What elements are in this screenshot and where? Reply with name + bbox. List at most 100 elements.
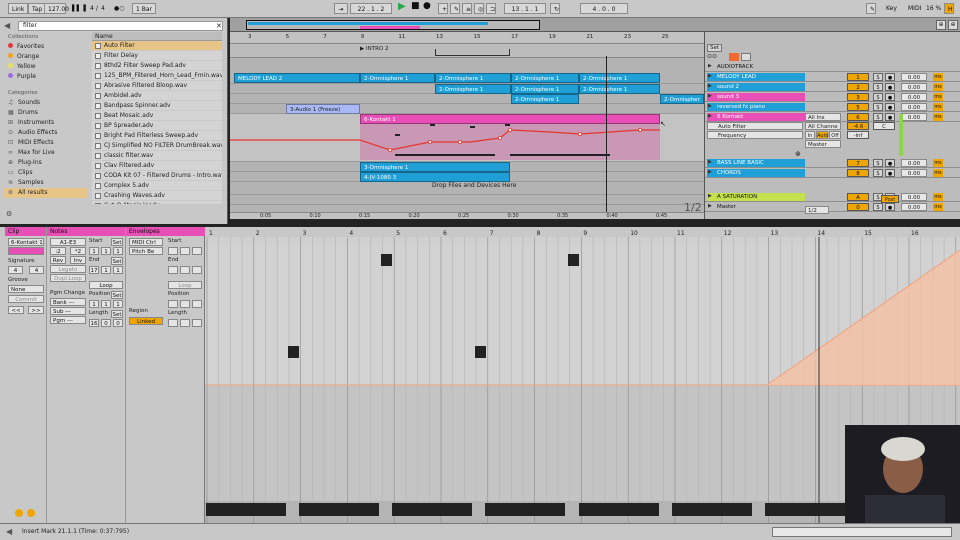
arm-button[interactable]: ● xyxy=(885,103,895,111)
solo-button[interactable]: S xyxy=(873,113,883,121)
drop-zone-text[interactable]: Drop Files and Devices Here xyxy=(432,182,516,189)
track-name[interactable]: A SATURATION xyxy=(707,193,805,201)
track-name[interactable]: 6 Kontakt xyxy=(707,113,805,121)
track-volume[interactable]: 0.00 xyxy=(901,93,927,101)
track-name[interactable]: sound 3 xyxy=(707,93,805,101)
clip-nudge-forward-icon[interactable]: >> xyxy=(28,306,44,314)
capture-icon[interactable]: ≡ xyxy=(462,3,472,14)
key-map-button[interactable]: Key xyxy=(886,3,897,14)
track-activator-button[interactable]: A xyxy=(847,193,869,201)
clip-omnisphere[interactable]: 2-Omnispher xyxy=(660,94,704,104)
track-fold-icon[interactable]: ▶ xyxy=(708,83,712,89)
draw-mode-icon[interactable]: ✎ xyxy=(866,3,876,14)
legato-button[interactable]: Legato xyxy=(50,265,86,273)
envelopes-panel-header[interactable]: Envelopes xyxy=(126,227,205,236)
envelope-loop-button[interactable]: Loop xyxy=(168,281,202,289)
end-beat-field[interactable]: 1 xyxy=(101,266,111,274)
browser-settings-icon[interactable]: ⚙ xyxy=(6,210,16,220)
end-bar-field[interactable]: 17 xyxy=(89,266,99,274)
end-sixteenth-field[interactable]: 1 xyxy=(113,266,123,274)
position-sixteenth-field[interactable]: 1 xyxy=(113,300,123,308)
track-header[interactable]: reversed fx piano ▶ 5 S ● 0.00 ms xyxy=(705,102,960,112)
length-set-button[interactable]: Set xyxy=(111,310,123,318)
overview-icon-2[interactable]: ⊕ xyxy=(948,20,958,30)
clip-omnisphere[interactable]: 2-Omnisphere 1 xyxy=(360,73,435,83)
set-button[interactable]: Set xyxy=(707,44,723,52)
arm-button[interactable]: ● xyxy=(885,113,895,121)
category-item[interactable]: ⊕ Plug-Ins xyxy=(4,158,88,168)
quantize-menu[interactable]: 1 Bar xyxy=(132,3,156,14)
save-icon[interactable] xyxy=(741,53,751,61)
bank-field[interactable]: Bank --- xyxy=(50,298,86,306)
track-fold-icon[interactable]: ▶ xyxy=(708,93,712,99)
master-ratio-chooser[interactable]: 1/2 xyxy=(805,206,829,214)
track-activator-button[interactable]: 0 xyxy=(847,203,869,211)
track-header[interactable]: AUDIOTRACK ▶ xyxy=(705,62,960,72)
collection-item[interactable]: Purple xyxy=(4,72,88,82)
lane-master[interactable] xyxy=(230,204,704,212)
start-bar-field[interactable]: 1 xyxy=(89,247,99,255)
auto-filter-chooser[interactable]: Auto Filter xyxy=(707,122,803,130)
linked-button[interactable]: Linked xyxy=(129,317,163,325)
category-item[interactable]: ▦ Drums xyxy=(4,108,88,118)
name-column-header[interactable]: Name xyxy=(92,32,222,41)
env-end-sixteenth[interactable] xyxy=(192,266,202,274)
link-button[interactable]: Link xyxy=(8,3,29,14)
lane-reversed-fx-piano[interactable]: 3-Audio 1 (Freeze) xyxy=(230,104,704,114)
loop-start-field[interactable]: 13 . 1 . 1 xyxy=(504,3,546,14)
env-length-beat[interactable] xyxy=(180,319,190,327)
track-fold-icon[interactable]: ▶ xyxy=(708,103,712,109)
lane-sound-3[interactable]: 2-Omnisphere 1 2-Omnispher xyxy=(230,94,704,104)
browser-file-item[interactable]: Ambidel.adv xyxy=(92,91,222,101)
transpose-up-button[interactable]: *2 xyxy=(70,247,86,255)
solo-button[interactable]: S xyxy=(873,203,883,211)
lane-sound-2[interactable]: 2-Omnisphere 1 2-Omnisphere 1 2-Omnisphe… xyxy=(230,84,704,94)
browser-file-item[interactable]: Filter Delay xyxy=(92,51,222,61)
arm-button[interactable]: ● xyxy=(885,203,895,211)
env-length-bar[interactable] xyxy=(168,319,178,327)
arrangement-position[interactable]: 22 . 1 . 2 xyxy=(350,3,392,14)
start-sixteenth-field[interactable]: 1 xyxy=(113,247,123,255)
track-fold-icon[interactable]: ▶ xyxy=(708,203,712,209)
browser-file-item[interactable]: Crashing Waves.adv xyxy=(92,191,222,201)
track-name[interactable]: MELODY LEAD xyxy=(707,73,805,81)
env-length-sixteenth[interactable] xyxy=(192,319,202,327)
env-end-beat[interactable] xyxy=(180,266,190,274)
category-item[interactable]: ∞ Max for Live xyxy=(4,148,88,158)
transpose-down-button[interactable]: :2 xyxy=(50,247,66,255)
overview-icon[interactable]: ⊕ xyxy=(936,20,946,30)
arm-button[interactable]: ● xyxy=(885,93,895,101)
clip-view-toggle-icon-2[interactable] xyxy=(27,509,35,517)
arrangement-view[interactable]: 3 5 7 9 11 13 15 17 19 21 23 25 ▶ INTRO 2 MELODY LE… xyxy=(230,32,704,219)
arm-button[interactable]: ● xyxy=(885,159,895,167)
input-channel-chooser[interactable]: All Channe xyxy=(805,122,841,130)
clip-color-chooser[interactable] xyxy=(8,247,44,255)
env-end-bar[interactable] xyxy=(168,266,178,274)
sub-bank-field[interactable]: Sub --- xyxy=(50,307,86,315)
automation-curve[interactable] xyxy=(230,114,704,162)
clip-panel-header[interactable]: Clip xyxy=(5,227,46,236)
position-set-button[interactable]: Set xyxy=(111,291,123,299)
track-activator-button[interactable]: 1 xyxy=(847,73,869,81)
monitor-off-button[interactable]: Off xyxy=(829,131,841,139)
io-icons[interactable]: ⊙⊙ xyxy=(707,53,717,60)
env-start-bar[interactable] xyxy=(168,247,178,255)
track-activator-button[interactable]: 8 xyxy=(847,169,869,177)
kontakt-pan[interactable]: C xyxy=(873,122,895,130)
play-icon[interactable]: ▶ xyxy=(398,1,406,12)
overdub-icon[interactable]: + xyxy=(438,3,448,14)
env-position-sixteenth[interactable] xyxy=(192,300,202,308)
track-activator-button[interactable]: 7 xyxy=(847,159,869,167)
clip-nudge-back-icon[interactable]: << xyxy=(8,306,24,314)
input-type-chooser[interactable]: All Ins xyxy=(805,113,841,121)
track-header[interactable]: CHORDS ▶ 8 S ● 0.00 ms xyxy=(705,168,960,178)
edit-icon[interactable] xyxy=(729,53,739,61)
track-header[interactable]: BASS LINE BASIC ▶ 7 S ● 0.00 ms xyxy=(705,158,960,168)
browser-file-item[interactable]: Complex 5.adv xyxy=(92,181,222,191)
search-clear-icon[interactable]: ✕ xyxy=(216,22,222,30)
clip-bass-omnisphere[interactable]: 3-Omnisphere 1 xyxy=(360,162,510,172)
info-view-toggle-icon[interactable]: ◀ xyxy=(6,527,16,537)
track-header[interactable]: sound 3 ▶ 3 S ● 0.00 ms xyxy=(705,92,960,102)
browser-file-item[interactable]: Clav Filtered.adv xyxy=(92,161,222,171)
category-item[interactable]: ⊞ Instruments xyxy=(4,118,88,128)
